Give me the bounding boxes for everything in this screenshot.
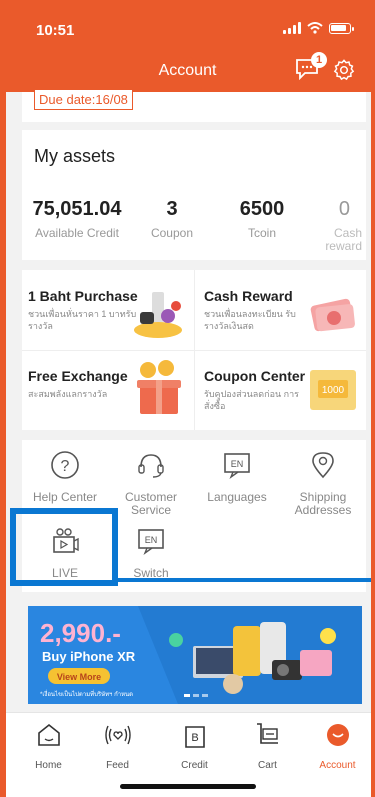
gift-box-coins-icon [137, 360, 181, 414]
promo-title: 1 Baht Purchase [28, 288, 138, 304]
language-icon: EN [224, 453, 250, 479]
live-highlight-box [10, 508, 118, 586]
feed-icon [104, 725, 131, 745]
asset-value: 75,051.04 [32, 198, 122, 220]
app-header: 10:51 Account 1 [0, 0, 375, 92]
asset-label: Coupon [150, 226, 194, 240]
asset-value: 3 [166, 198, 178, 220]
service-languages[interactable]: EN Languages [194, 450, 280, 504]
location-pin-icon [312, 452, 334, 479]
gear-icon[interactable] [333, 59, 355, 81]
service-label: Shipping Addresses [294, 490, 352, 517]
promo-free-exchange[interactable]: Free Exchange สะสมพลังแลกรางวัล [22, 350, 194, 430]
wifi-icon [307, 22, 323, 34]
service-switch[interactable]: EN Switch [108, 526, 194, 580]
chat-badge: 1 [311, 52, 327, 68]
tab-label: Home [35, 760, 62, 771]
banner-cta[interactable]: View More [57, 672, 101, 682]
status-time: 10:51 [36, 22, 75, 39]
asset-label: Available Credit [35, 226, 119, 240]
service-label: Help Center [32, 490, 98, 504]
asset-value: 0 [338, 198, 350, 220]
promo-coupon-center[interactable]: Coupon Center รับคูปองส่วนลดก่อน การสั่ง… [194, 350, 366, 430]
frame-edge-right [371, 0, 375, 797]
asset-label: Tcoin [247, 226, 276, 240]
banner-headline: Buy iPhone XR [42, 649, 136, 664]
promo-title: Cash Reward [204, 288, 293, 304]
service-label: Languages [207, 490, 267, 504]
promo-subtitle: รับคูปองส่วนลดก่อน การสั่งซื้อ [204, 389, 299, 411]
home-indicator [120, 784, 256, 789]
promo-1-baht-purchase[interactable]: 1 Baht Purchase ชวนเพื่อนหั่นราคา 1 บาทร… [22, 270, 194, 350]
asset-label: Cash reward [325, 226, 362, 253]
service-label: Customer Service [124, 490, 177, 517]
my-assets-card: My assets 75,051.04 Available Credit 3 C… [22, 130, 366, 260]
svg-text:?: ? [61, 458, 70, 475]
tab-label: Feed [106, 760, 129, 771]
coupon-value: 1000 [322, 385, 345, 396]
cart-icon [256, 723, 278, 744]
promo-title: Free Exchange [28, 368, 128, 384]
asset-coupon[interactable]: 3 Coupon [132, 198, 212, 253]
promo-subtitle: สะสมพลังแลกรางวัล [28, 389, 108, 399]
account-icon [326, 724, 349, 746]
promo-subtitle: ชวนเพื่อนหั่นราคา 1 บาทรับรางวัล [28, 309, 137, 331]
asset-available-credit[interactable]: 75,051.04 Available Credit [22, 198, 132, 253]
promo-title: Coupon Center [204, 368, 306, 384]
home-icon [37, 723, 60, 746]
gift-products-icon [134, 292, 182, 338]
assets-row: 75,051.04 Available Credit 3 Coupon 6500… [22, 198, 366, 253]
tab-label: Credit [181, 760, 208, 771]
service-help-center[interactable]: ? Help Center [22, 450, 108, 504]
service-customer-service[interactable]: Customer Service [108, 450, 194, 517]
credit-icon: B [184, 726, 205, 748]
status-icons [283, 22, 354, 34]
asset-cash-reward[interactable]: 0 Cash reward [312, 198, 366, 253]
signal-icon [283, 22, 301, 34]
asset-value: 6500 [239, 198, 285, 220]
cash-icon [310, 298, 355, 332]
tab-account[interactable]: Account [300, 721, 375, 771]
switch-glyph: EN [145, 535, 158, 545]
language-glyph: EN [231, 459, 244, 469]
promotions-grid: 1 Baht Purchase ชวนเพื่อนหั่นราคา 1 บาทร… [22, 270, 366, 430]
help-icon: ? [51, 451, 79, 479]
battery-icon [329, 22, 354, 34]
svg-text:B: B [191, 732, 198, 744]
bottom-tab-bar: Home Feed B Credit Cart Account [0, 712, 375, 797]
tab-cart[interactable]: Cart [230, 721, 305, 771]
promo-subtitle: ชวนเพื่อนลงทะเบียน รับรางวัลเงินสด [204, 309, 296, 331]
tab-label: Cart [258, 760, 277, 771]
coupon-icon: 1000 [310, 370, 356, 410]
due-date-label: Due date:16/08 [34, 90, 133, 110]
promo-cash-reward[interactable]: Cash Reward ชวนเพื่อนลงทะเบียน รับรางวัล… [194, 270, 366, 350]
tab-feed[interactable]: Feed [80, 721, 155, 771]
promo-banner[interactable]: 2,990.- Buy iPhone XR View More *เงื่อนไ… [28, 606, 362, 704]
banner-price: 2,990.- [40, 618, 121, 648]
my-assets-title: My assets [34, 146, 116, 166]
highlight-line [118, 578, 375, 582]
switch-icon: EN [138, 529, 164, 555]
asset-tcoin[interactable]: 6500 Tcoin [212, 198, 312, 253]
banner-art: 2,990.- Buy iPhone XR View More *เงื่อนไ… [28, 606, 362, 704]
service-shipping-addresses[interactable]: Shipping Addresses [280, 450, 366, 517]
tab-label: Account [319, 760, 356, 771]
tab-home[interactable]: Home [11, 721, 86, 771]
frame-edge-left [0, 0, 6, 797]
tab-credit[interactable]: B Credit [157, 721, 232, 771]
headset-icon [138, 454, 164, 478]
